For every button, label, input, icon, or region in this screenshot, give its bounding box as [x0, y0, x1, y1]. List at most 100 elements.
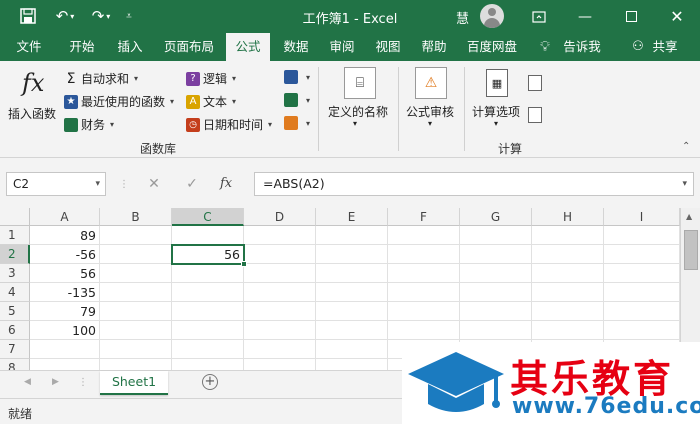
- grid-cell[interactable]: [100, 340, 172, 359]
- prev-sheet-icon[interactable]: ◀: [24, 377, 31, 387]
- tab-help[interactable]: 帮助: [412, 33, 456, 61]
- grid-cell[interactable]: [172, 321, 244, 340]
- defined-names-button[interactable]: 定义的名称: [328, 103, 388, 120]
- grid-cell[interactable]: [532, 264, 604, 283]
- grid-cell[interactable]: [604, 302, 680, 321]
- calculation-options-button[interactable]: 计算选项: [472, 103, 520, 120]
- cell-a4[interactable]: -135: [30, 283, 100, 302]
- grid-cell[interactable]: [316, 226, 388, 245]
- column-header[interactable]: D: [244, 208, 316, 226]
- column-header[interactable]: G: [460, 208, 532, 226]
- cell-a6[interactable]: 100: [30, 321, 100, 340]
- tab-formulas[interactable]: 公式: [226, 33, 270, 61]
- cell-a2[interactable]: -56: [30, 245, 100, 264]
- close-icon[interactable]: ✕: [654, 0, 700, 33]
- cell-a5[interactable]: 79: [30, 302, 100, 321]
- grid-cell[interactable]: [388, 321, 460, 340]
- grid-cell[interactable]: [244, 283, 316, 302]
- grid-cell[interactable]: [244, 264, 316, 283]
- calculate-now-icon[interactable]: [528, 75, 542, 91]
- sheet-tab-sheet1[interactable]: Sheet1: [100, 371, 168, 395]
- recent-functions-button[interactable]: ★ 最近使用的函数 ▾: [64, 93, 174, 110]
- row-header[interactable]: 8: [0, 359, 30, 370]
- tab-page-layout[interactable]: 页面布局: [158, 33, 220, 61]
- formula-auditing-button[interactable]: 公式审核: [406, 103, 454, 120]
- math-button[interactable]: ▾: [284, 93, 310, 107]
- grid-cell[interactable]: [460, 283, 532, 302]
- column-header[interactable]: E: [316, 208, 388, 226]
- grid-cell[interactable]: [316, 321, 388, 340]
- row-header[interactable]: 7: [0, 340, 30, 359]
- grid-cell[interactable]: [460, 245, 532, 264]
- lookup-button[interactable]: ▾: [284, 70, 310, 84]
- select-all-corner[interactable]: [0, 208, 30, 226]
- grid-cell[interactable]: [460, 226, 532, 245]
- grid-cell[interactable]: [532, 302, 604, 321]
- grid-cell[interactable]: [100, 264, 172, 283]
- grid-cell[interactable]: [244, 226, 316, 245]
- cell-a3[interactable]: 56: [30, 264, 100, 283]
- grid-cell[interactable]: [604, 321, 680, 340]
- insert-function-icon[interactable]: fx: [22, 69, 44, 97]
- grid-cell[interactable]: [244, 359, 316, 370]
- row-header[interactable]: 5: [0, 302, 30, 321]
- grid-cell[interactable]: [604, 226, 680, 245]
- row-header[interactable]: 6: [0, 321, 30, 340]
- grid-cell[interactable]: [30, 359, 100, 370]
- add-sheet-icon[interactable]: +: [202, 374, 218, 390]
- tab-home[interactable]: 开始: [60, 33, 104, 61]
- grid-cell[interactable]: [244, 302, 316, 321]
- formula-input[interactable]: =ABS(A2) ▾: [254, 172, 694, 196]
- grid-cell[interactable]: [604, 245, 680, 264]
- grid-cell[interactable]: [388, 264, 460, 283]
- grid-cell[interactable]: [388, 245, 460, 264]
- insert-function-fx-icon[interactable]: fx: [220, 172, 232, 196]
- column-header[interactable]: C: [172, 208, 244, 226]
- column-header[interactable]: H: [532, 208, 604, 226]
- next-sheet-icon[interactable]: ▶: [52, 377, 59, 387]
- logical-button[interactable]: ? 逻辑 ▾: [186, 70, 236, 87]
- grid-cell[interactable]: [172, 359, 244, 370]
- grid-cell[interactable]: [460, 321, 532, 340]
- name-box[interactable]: C2 ▾: [6, 172, 106, 196]
- tell-me[interactable]: 告诉我: [558, 33, 606, 61]
- row-header[interactable]: 2: [0, 245, 30, 264]
- grid-cell[interactable]: [244, 340, 316, 359]
- tab-data[interactable]: 数据: [274, 33, 318, 61]
- text-button[interactable]: A 文本 ▾: [186, 93, 236, 110]
- row-header[interactable]: 4: [0, 283, 30, 302]
- share-button[interactable]: 共享: [648, 33, 682, 61]
- calculator-icon[interactable]: ▦: [486, 69, 508, 97]
- grid-cell[interactable]: [532, 283, 604, 302]
- formula-auditing-icon[interactable]: ⚠︎: [415, 67, 447, 99]
- grid-cell[interactable]: [316, 340, 388, 359]
- insert-function-button[interactable]: 插入函数: [8, 105, 56, 122]
- tab-file[interactable]: 文件: [8, 33, 50, 61]
- scroll-up-icon[interactable]: ▲: [686, 212, 692, 221]
- column-header[interactable]: I: [604, 208, 680, 226]
- grid-cell[interactable]: [100, 283, 172, 302]
- grid-cell[interactable]: [172, 340, 244, 359]
- grid-cell[interactable]: [388, 283, 460, 302]
- grid-cell[interactable]: [30, 340, 100, 359]
- grid-cell[interactable]: [100, 226, 172, 245]
- tab-baidu-netdisk[interactable]: 百度网盘: [462, 33, 522, 61]
- more-functions-button[interactable]: ▾: [284, 116, 310, 130]
- enter-icon[interactable]: ✓: [180, 172, 204, 196]
- defined-names-icon[interactable]: ⌸: [344, 67, 376, 99]
- grid-cell[interactable]: [388, 302, 460, 321]
- grid-cell[interactable]: [172, 302, 244, 321]
- grid-cell[interactable]: [532, 226, 604, 245]
- grid-cell[interactable]: [100, 245, 172, 264]
- cancel-icon[interactable]: ✕: [142, 172, 166, 196]
- tab-review[interactable]: 审阅: [320, 33, 364, 61]
- grid-cell[interactable]: [388, 226, 460, 245]
- grid-cell[interactable]: [532, 321, 604, 340]
- tab-insert[interactable]: 插入: [108, 33, 152, 61]
- grid-cell[interactable]: [100, 302, 172, 321]
- grid-cell[interactable]: [244, 245, 316, 264]
- grid-cell[interactable]: [604, 264, 680, 283]
- chevron-down-icon[interactable]: ▾: [95, 173, 100, 195]
- grid-cell[interactable]: [100, 321, 172, 340]
- grid-cell[interactable]: [316, 359, 388, 370]
